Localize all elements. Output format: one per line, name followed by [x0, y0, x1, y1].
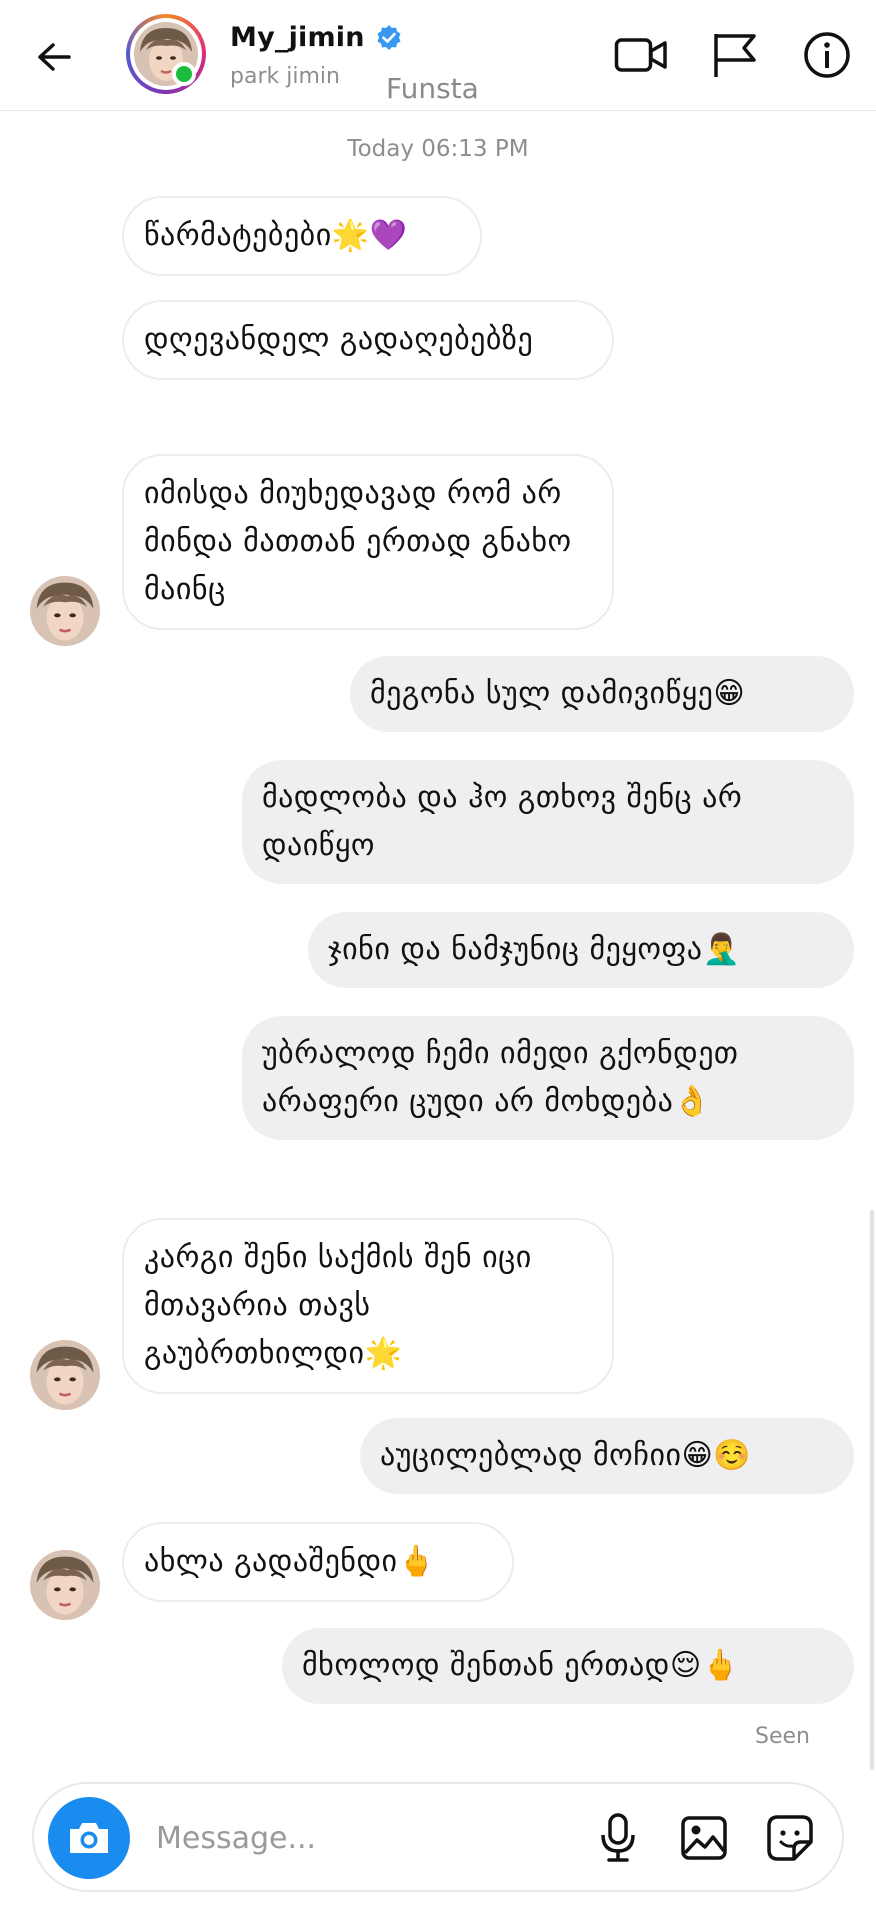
back-button[interactable] [28, 32, 80, 82]
sender-avatar[interactable] [30, 576, 100, 646]
gallery-icon [681, 1816, 727, 1860]
message-composer [32, 1782, 844, 1892]
sticker-icon [767, 1815, 813, 1861]
message-incoming[interactable]: ახლა გადაშენდი🖕 [122, 1522, 514, 1602]
video-call-button[interactable] [612, 26, 670, 84]
message-text: კარგი შენი საქმის შენ იცი მთავარია თავს … [144, 1240, 532, 1371]
sender-avatar[interactable] [30, 1340, 100, 1410]
message-text: ახლა გადაშენდი🖕 [144, 1544, 436, 1579]
verified-badge-icon [377, 24, 401, 50]
message-input[interactable] [154, 1812, 478, 1864]
microphone-icon [601, 1813, 635, 1862]
chat-subname: park jimin [230, 64, 340, 89]
camera-button[interactable] [48, 1797, 130, 1879]
flag-icon [714, 34, 756, 77]
info-button[interactable] [798, 26, 856, 84]
gallery-button[interactable] [676, 1810, 732, 1866]
message-outgoing[interactable]: მხოლოდ შენთან ერთად😌🖕 [282, 1628, 854, 1704]
message-text: უბრალოდ ჩემი იმედი გქონდეთ არაფერი ცუდი … [262, 1036, 739, 1119]
overlay-text: Funsta [386, 72, 479, 105]
avatar-image [30, 1550, 100, 1620]
message-outgoing[interactable]: აუცილებლად მოჩიი😁☺️ [360, 1418, 854, 1494]
message-incoming[interactable]: დღევანდელ გადაღებებზე [122, 300, 614, 380]
message-text: მეგონა სულ დამივიწყე😁 [370, 676, 746, 711]
message-text: ჯინი და ნამჯუნიც მეყოფა🤦‍♂️ [328, 932, 741, 967]
message-incoming[interactable]: იმისდა მიუხედავად რომ არ მინდა მათთან ერ… [122, 454, 614, 630]
message-text: აუცილებლად მოჩიი😁☺️ [380, 1438, 752, 1473]
message-text: წარმატებები🌟💜 [144, 218, 408, 253]
voice-message-button[interactable] [590, 1810, 646, 1866]
avatar-image [30, 576, 100, 646]
message-text: მადლობა და ჰო გთხოვ შენც არ დაიწყო [262, 780, 743, 863]
avatar-image [30, 1340, 100, 1410]
message-outgoing[interactable]: უბრალოდ ჩემი იმედი გქონდეთ არაფერი ცუდი … [242, 1016, 854, 1140]
online-status-dot [172, 62, 196, 86]
info-icon [804, 32, 850, 78]
message-text: მხოლოდ შენთან ერთად😌🖕 [302, 1648, 740, 1683]
sender-avatar[interactable] [30, 1550, 100, 1620]
video-call-icon [614, 38, 667, 72]
message-incoming[interactable]: წარმატებები🌟💜 [122, 196, 482, 276]
chat-header: My_jimin park jimin Funsta [0, 0, 876, 111]
camera-icon [70, 1823, 108, 1853]
message-text: დღევანდელ გადაღებებზე [144, 322, 534, 357]
seen-indicator: Seen [755, 1724, 810, 1749]
report-flag-button[interactable] [706, 26, 764, 84]
message-outgoing[interactable]: ჯინი და ნამჯუნიც მეყოფა🤦‍♂️ [308, 912, 854, 988]
chat-username[interactable]: My_jimin [230, 22, 403, 53]
message-outgoing[interactable]: მეგონა სულ დამივიწყე😁 [350, 656, 854, 732]
username-text: My_jimin [230, 22, 365, 53]
profile-avatar[interactable] [126, 14, 206, 94]
back-arrow-icon [38, 43, 71, 71]
message-incoming[interactable]: კარგი შენი საქმის შენ იცი მთავარია თავს … [122, 1218, 614, 1394]
message-outgoing[interactable]: მადლობა და ჰო გთხოვ შენც არ დაიწყო [242, 760, 854, 884]
message-text: იმისდა მიუხედავად რომ არ მინდა მათთან ერ… [144, 476, 572, 607]
conversation-timestamp: Today 06:13 PM [347, 136, 529, 162]
scrollbar[interactable] [870, 1210, 874, 1770]
sticker-button[interactable] [762, 1810, 818, 1866]
